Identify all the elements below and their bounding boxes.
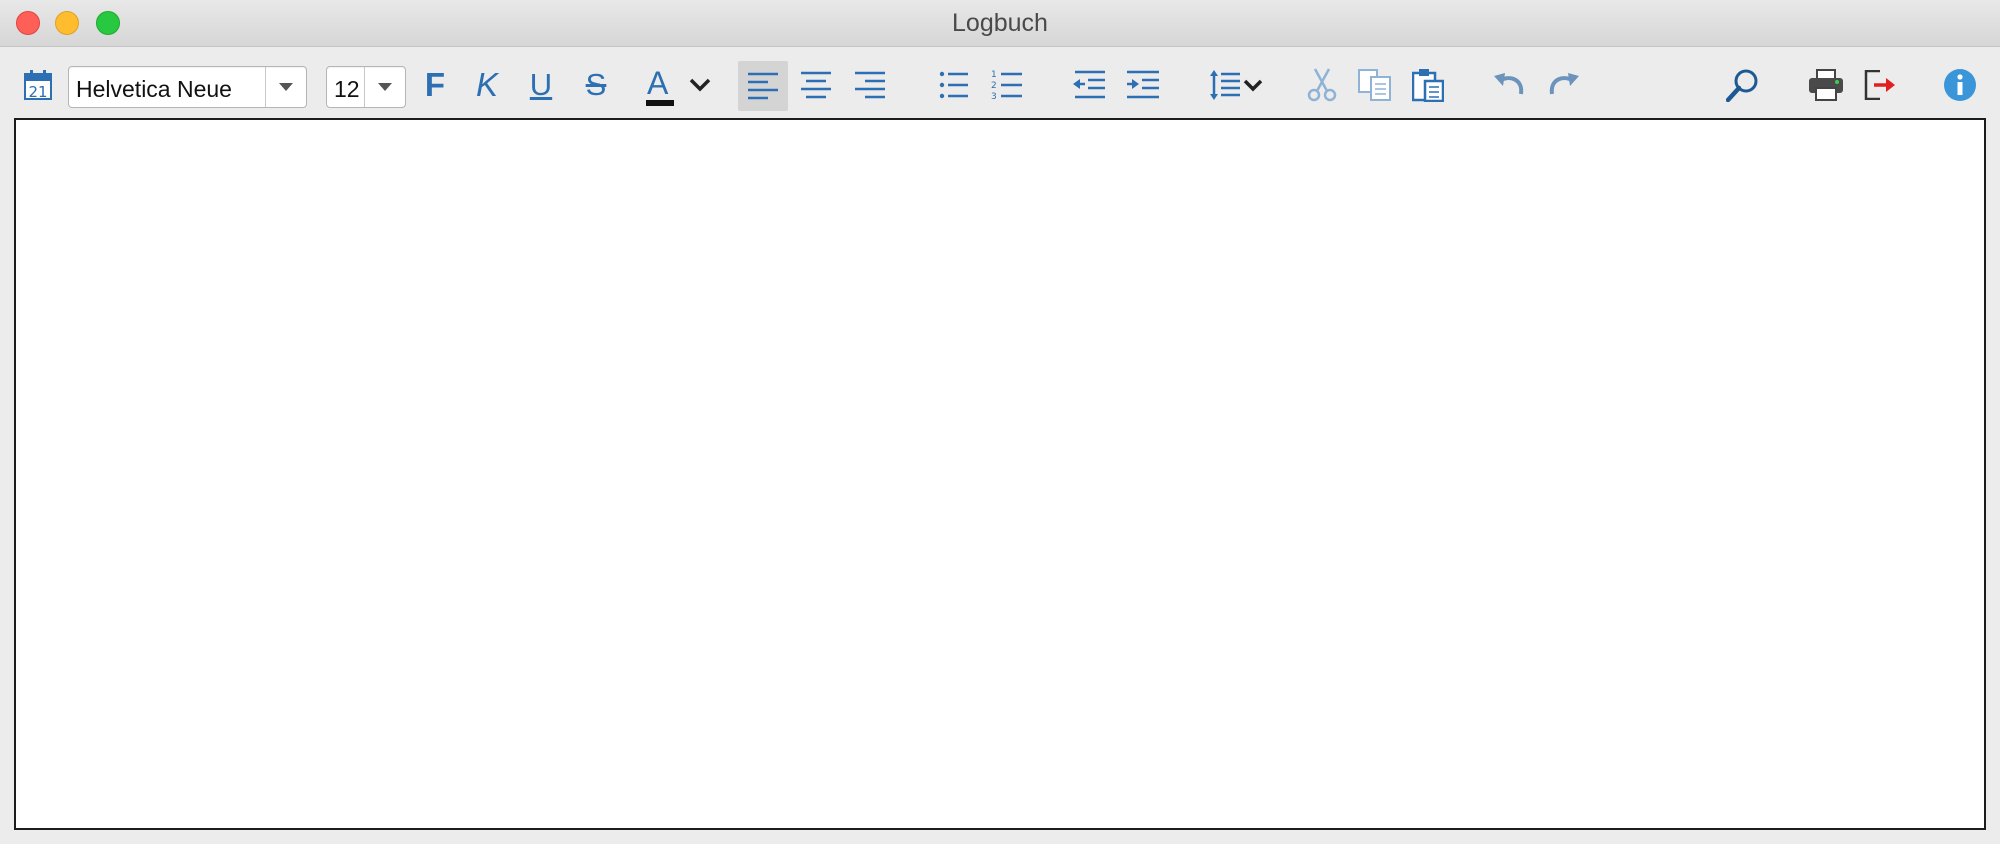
svg-text:2: 2 bbox=[991, 81, 997, 91]
printer-icon bbox=[1809, 69, 1843, 101]
svg-text:21: 21 bbox=[28, 83, 47, 101]
svg-text:3: 3 bbox=[991, 92, 997, 100]
font-family-select[interactable]: Helvetica Neue bbox=[68, 66, 307, 108]
font-color-button[interactable]: A bbox=[640, 60, 714, 110]
bullet-list-icon bbox=[939, 71, 968, 99]
paste-button[interactable] bbox=[1408, 60, 1448, 110]
align-right-icon bbox=[855, 71, 885, 99]
align-center-button[interactable] bbox=[796, 60, 836, 110]
dropdown-arrow-icon bbox=[378, 83, 392, 91]
numbered-list-icon: 123 bbox=[991, 70, 1022, 100]
chevron-down-icon[interactable] bbox=[1243, 79, 1263, 92]
font-size-dropdown-button[interactable] bbox=[364, 67, 405, 107]
search-icon bbox=[1726, 69, 1758, 102]
insert-date-button[interactable]: 21 bbox=[20, 60, 56, 110]
window-title: Logbuch bbox=[952, 9, 1048, 37]
italic-icon: K bbox=[475, 66, 498, 103]
align-left-icon bbox=[748, 72, 778, 100]
cut-button[interactable] bbox=[1302, 60, 1342, 110]
copy-button[interactable] bbox=[1355, 60, 1395, 110]
logbook-text-editor[interactable] bbox=[14, 118, 1986, 830]
redo-icon bbox=[1549, 73, 1579, 95]
scissors-icon bbox=[1307, 68, 1337, 102]
undo-button[interactable] bbox=[1490, 60, 1528, 110]
font-color-swatch bbox=[646, 100, 674, 106]
dropdown-arrow-icon bbox=[279, 83, 293, 91]
indent-icon bbox=[1127, 70, 1159, 99]
info-icon bbox=[1944, 69, 1976, 101]
line-spacing-icon bbox=[1210, 70, 1240, 100]
undo-icon bbox=[1494, 73, 1524, 95]
align-center-icon bbox=[801, 71, 831, 99]
line-spacing-button[interactable] bbox=[1206, 60, 1266, 110]
redo-button[interactable] bbox=[1545, 60, 1583, 110]
logbook-window: Logbuch 21 Helvetica Neue 12 F K U S A 1… bbox=[0, 0, 2000, 844]
font-size-select[interactable]: 12 bbox=[326, 66, 406, 108]
copy-icon bbox=[1358, 69, 1391, 101]
outdent-icon bbox=[1073, 70, 1105, 99]
close-logbook-button[interactable] bbox=[1860, 60, 1900, 110]
underline-icon: U bbox=[529, 67, 553, 102]
increase-indent-button[interactable] bbox=[1123, 60, 1163, 110]
font-size-value: 12 bbox=[334, 76, 360, 102]
info-button[interactable] bbox=[1940, 60, 1980, 110]
paste-icon bbox=[1412, 69, 1444, 102]
calendar-icon: 21 bbox=[24, 70, 52, 101]
chevron-down-icon[interactable] bbox=[689, 78, 711, 92]
search-button[interactable] bbox=[1723, 60, 1763, 110]
exit-icon bbox=[1864, 70, 1895, 100]
bold-button[interactable]: F bbox=[418, 60, 452, 110]
align-right-button[interactable] bbox=[850, 60, 890, 110]
print-button[interactable] bbox=[1805, 60, 1847, 110]
decrease-indent-button[interactable] bbox=[1069, 60, 1109, 110]
title-bar: Logbuch bbox=[0, 0, 2000, 47]
numbered-list-button[interactable]: 123 bbox=[987, 60, 1027, 110]
strikethrough-icon: S bbox=[585, 67, 607, 102]
bold-icon: F bbox=[424, 66, 446, 103]
svg-text:1: 1 bbox=[991, 70, 997, 80]
align-left-button[interactable] bbox=[738, 61, 788, 111]
italic-button[interactable]: K bbox=[470, 60, 504, 110]
underline-button[interactable]: U bbox=[524, 60, 558, 110]
font-family-dropdown-button[interactable] bbox=[265, 67, 306, 107]
bullet-list-button[interactable] bbox=[934, 60, 974, 110]
font-color-icon: A bbox=[647, 65, 669, 101]
strikethrough-button[interactable]: S bbox=[579, 60, 613, 110]
font-family-value: Helvetica Neue bbox=[76, 76, 232, 102]
